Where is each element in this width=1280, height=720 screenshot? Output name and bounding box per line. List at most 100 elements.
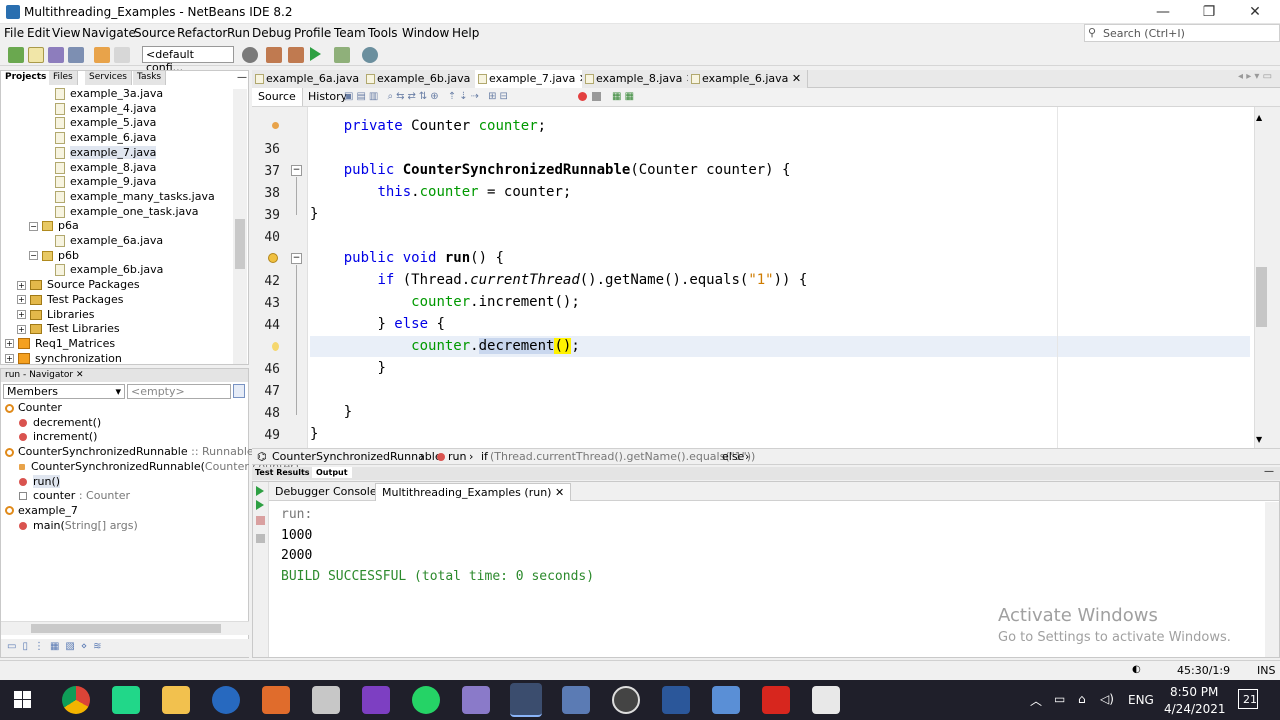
navigator-item[interactable]: Counter (5, 401, 62, 416)
editor-tab-example-8[interactable]: example_8.java ✕ (582, 70, 703, 88)
tab-services[interactable]: Services (85, 71, 132, 85)
fold-toggle-icon[interactable]: − (291, 253, 302, 264)
calculator-icon[interactable] (712, 686, 740, 714)
tree-scroll-thumb[interactable] (235, 219, 245, 269)
menu-edit[interactable]: Edit (27, 26, 50, 40)
menu-profile[interactable]: Profile (294, 26, 331, 40)
volume-icon[interactable]: ◁) (1100, 692, 1114, 706)
project-tree-item[interactable]: + Test Packages (17, 293, 123, 308)
project-tree-item[interactable]: example_many_tasks.java (55, 190, 215, 205)
language-indicator[interactable]: ENG (1128, 693, 1154, 707)
expand-toggle-icon[interactable]: + (5, 354, 14, 364)
tree-scrollbar[interactable] (233, 89, 247, 364)
code-editor[interactable]: 36 37 38 39 40 42 43 44 46 47 48 49 − − … (252, 107, 1268, 448)
network-icon[interactable]: ⌂ (1078, 692, 1086, 706)
rerun-with-params-icon[interactable] (256, 500, 264, 510)
build-icon[interactable] (266, 47, 282, 63)
breadcrumb-else[interactable]: else (722, 450, 744, 463)
acrobat-icon[interactable] (762, 686, 790, 714)
override-marker-icon[interactable] (268, 253, 278, 263)
expand-toggle-icon[interactable]: + (17, 280, 26, 290)
clock-time[interactable]: 8:50 PM (1170, 685, 1218, 699)
menu-source[interactable]: Source (134, 26, 175, 40)
project-tree-item[interactable]: example_6a.java (55, 234, 163, 249)
menu-refactor[interactable]: Refactor (177, 26, 227, 40)
comment-icons[interactable]: ▦ ▦ (612, 91, 634, 102)
scroll-down-icon[interactable]: ▼ (1256, 435, 1262, 444)
virtualbox-icon[interactable] (562, 686, 590, 714)
editor-tab-example-6a[interactable]: example_6a.java ✕ (252, 70, 379, 88)
project-tree-item[interactable]: example_3a.java (55, 87, 163, 102)
navigator-hscrollbar[interactable] (1, 621, 249, 635)
chrome-icon[interactable] (62, 686, 90, 714)
navigator-item[interactable]: counter : Counter (19, 489, 130, 504)
menu-tools[interactable]: Tools (368, 26, 398, 40)
battery-icon[interactable]: ▭ (1054, 692, 1065, 706)
window-app-icon[interactable] (312, 686, 340, 714)
windows-start-icon[interactable] (14, 691, 32, 709)
file-explorer-icon[interactable] (162, 686, 190, 714)
project-tree-item[interactable]: + Test Libraries (17, 322, 120, 337)
editor-vscrollbar[interactable]: ▲ ▼ (1254, 107, 1268, 448)
project-tree-item[interactable]: + synchronization (5, 352, 122, 367)
project-tree-item[interactable]: + Libraries (17, 308, 95, 323)
minimize-panel-icon[interactable]: — (1264, 466, 1274, 477)
project-tree-item[interactable]: example_9.java (55, 175, 156, 190)
breadcrumb-class[interactable]: CounterSynchronizedRunnable (272, 450, 442, 463)
menu-debug[interactable]: Debug (252, 26, 291, 40)
output-options-icon[interactable] (256, 534, 265, 543)
hscroll-thumb[interactable] (31, 624, 221, 633)
chevron-up-icon[interactable]: ︿ (1030, 692, 1042, 709)
search-box[interactable]: ⚲ Search (Ctrl+I) (1084, 24, 1280, 42)
editor-tab-example-6b[interactable]: example_6b.java ✕ (363, 70, 491, 88)
tab-scroll-arrows-icon[interactable]: ◂ ▸ ▾ ▭ (1238, 71, 1272, 82)
close-tab-icon[interactable]: ✕ (792, 72, 801, 85)
navigator-item[interactable]: example_7 (5, 504, 78, 519)
clean-build-icon[interactable] (288, 47, 304, 63)
expand-toggle-icon[interactable]: − (29, 221, 38, 231)
navigator-item[interactable]: run() (19, 474, 61, 490)
close-window-button[interactable]: ✕ (1232, 2, 1278, 22)
rerun-icon[interactable] (256, 486, 264, 496)
debug-icon[interactable] (334, 47, 350, 63)
redo-icon[interactable] (114, 47, 130, 63)
netbeans-taskbar-icon[interactable] (510, 683, 542, 717)
navigator-item[interactable]: decrement() (19, 416, 101, 431)
obs-icon[interactable] (612, 686, 640, 714)
breadcrumb-method[interactable]: run (448, 450, 466, 463)
tab-tasks[interactable]: Tasks (133, 71, 167, 85)
project-tree-item[interactable]: example_one_task.java (55, 205, 199, 220)
expand-toggle-icon[interactable]: − (29, 251, 38, 261)
pycharm-icon[interactable] (112, 686, 140, 714)
visual-studio-icon[interactable] (362, 686, 390, 714)
editor-tab-example-7[interactable]: example_7.java ✕ (475, 70, 596, 88)
menu-team[interactable]: Team (334, 26, 366, 40)
open-project-icon[interactable] (48, 47, 64, 63)
editor-scroll-thumb[interactable] (1256, 267, 1267, 327)
project-tree-item[interactable]: example_5.java (55, 116, 156, 131)
notification-icon[interactable]: ◐ (1132, 664, 1141, 675)
editor-actions[interactable]: ▣▤▥ ⌕⇆⇄⇅⊕ ⇡⇣⇢ ⊞⊟ (344, 91, 511, 102)
minimize-button[interactable]: — (1140, 2, 1186, 22)
expand-toggle-icon[interactable]: + (17, 310, 26, 319)
expand-toggle-icon[interactable]: + (17, 295, 26, 305)
tab-run-output[interactable]: Multithreading_Examples (run) ✕ (375, 483, 572, 501)
navigator-item[interactable]: CounterSynchronizedRunnable :: Runnable (5, 445, 254, 460)
menu-file[interactable]: File (4, 26, 24, 40)
notification-center-icon[interactable]: 21 (1238, 689, 1258, 709)
output-vscrollbar[interactable] (1265, 502, 1279, 657)
save-all-icon[interactable] (68, 47, 84, 63)
tab-output[interactable]: Output (312, 467, 352, 478)
navigator-item[interactable]: main(String[] args) (19, 519, 138, 534)
filter-toggle-icon[interactable] (233, 384, 245, 398)
profile-icon[interactable] (362, 47, 378, 63)
tab-files[interactable]: Files (49, 71, 78, 85)
stop-macro-icon[interactable] (592, 92, 601, 101)
project-tree-item[interactable]: − p6b (29, 249, 79, 264)
run-icon[interactable] (310, 47, 321, 61)
expand-toggle-icon[interactable]: + (17, 324, 26, 334)
navigator-item[interactable]: increment() (19, 430, 97, 445)
menu-window[interactable]: Window (402, 26, 449, 40)
members-select[interactable]: Members ▾ (3, 384, 125, 399)
menu-view[interactable]: View (52, 26, 80, 40)
